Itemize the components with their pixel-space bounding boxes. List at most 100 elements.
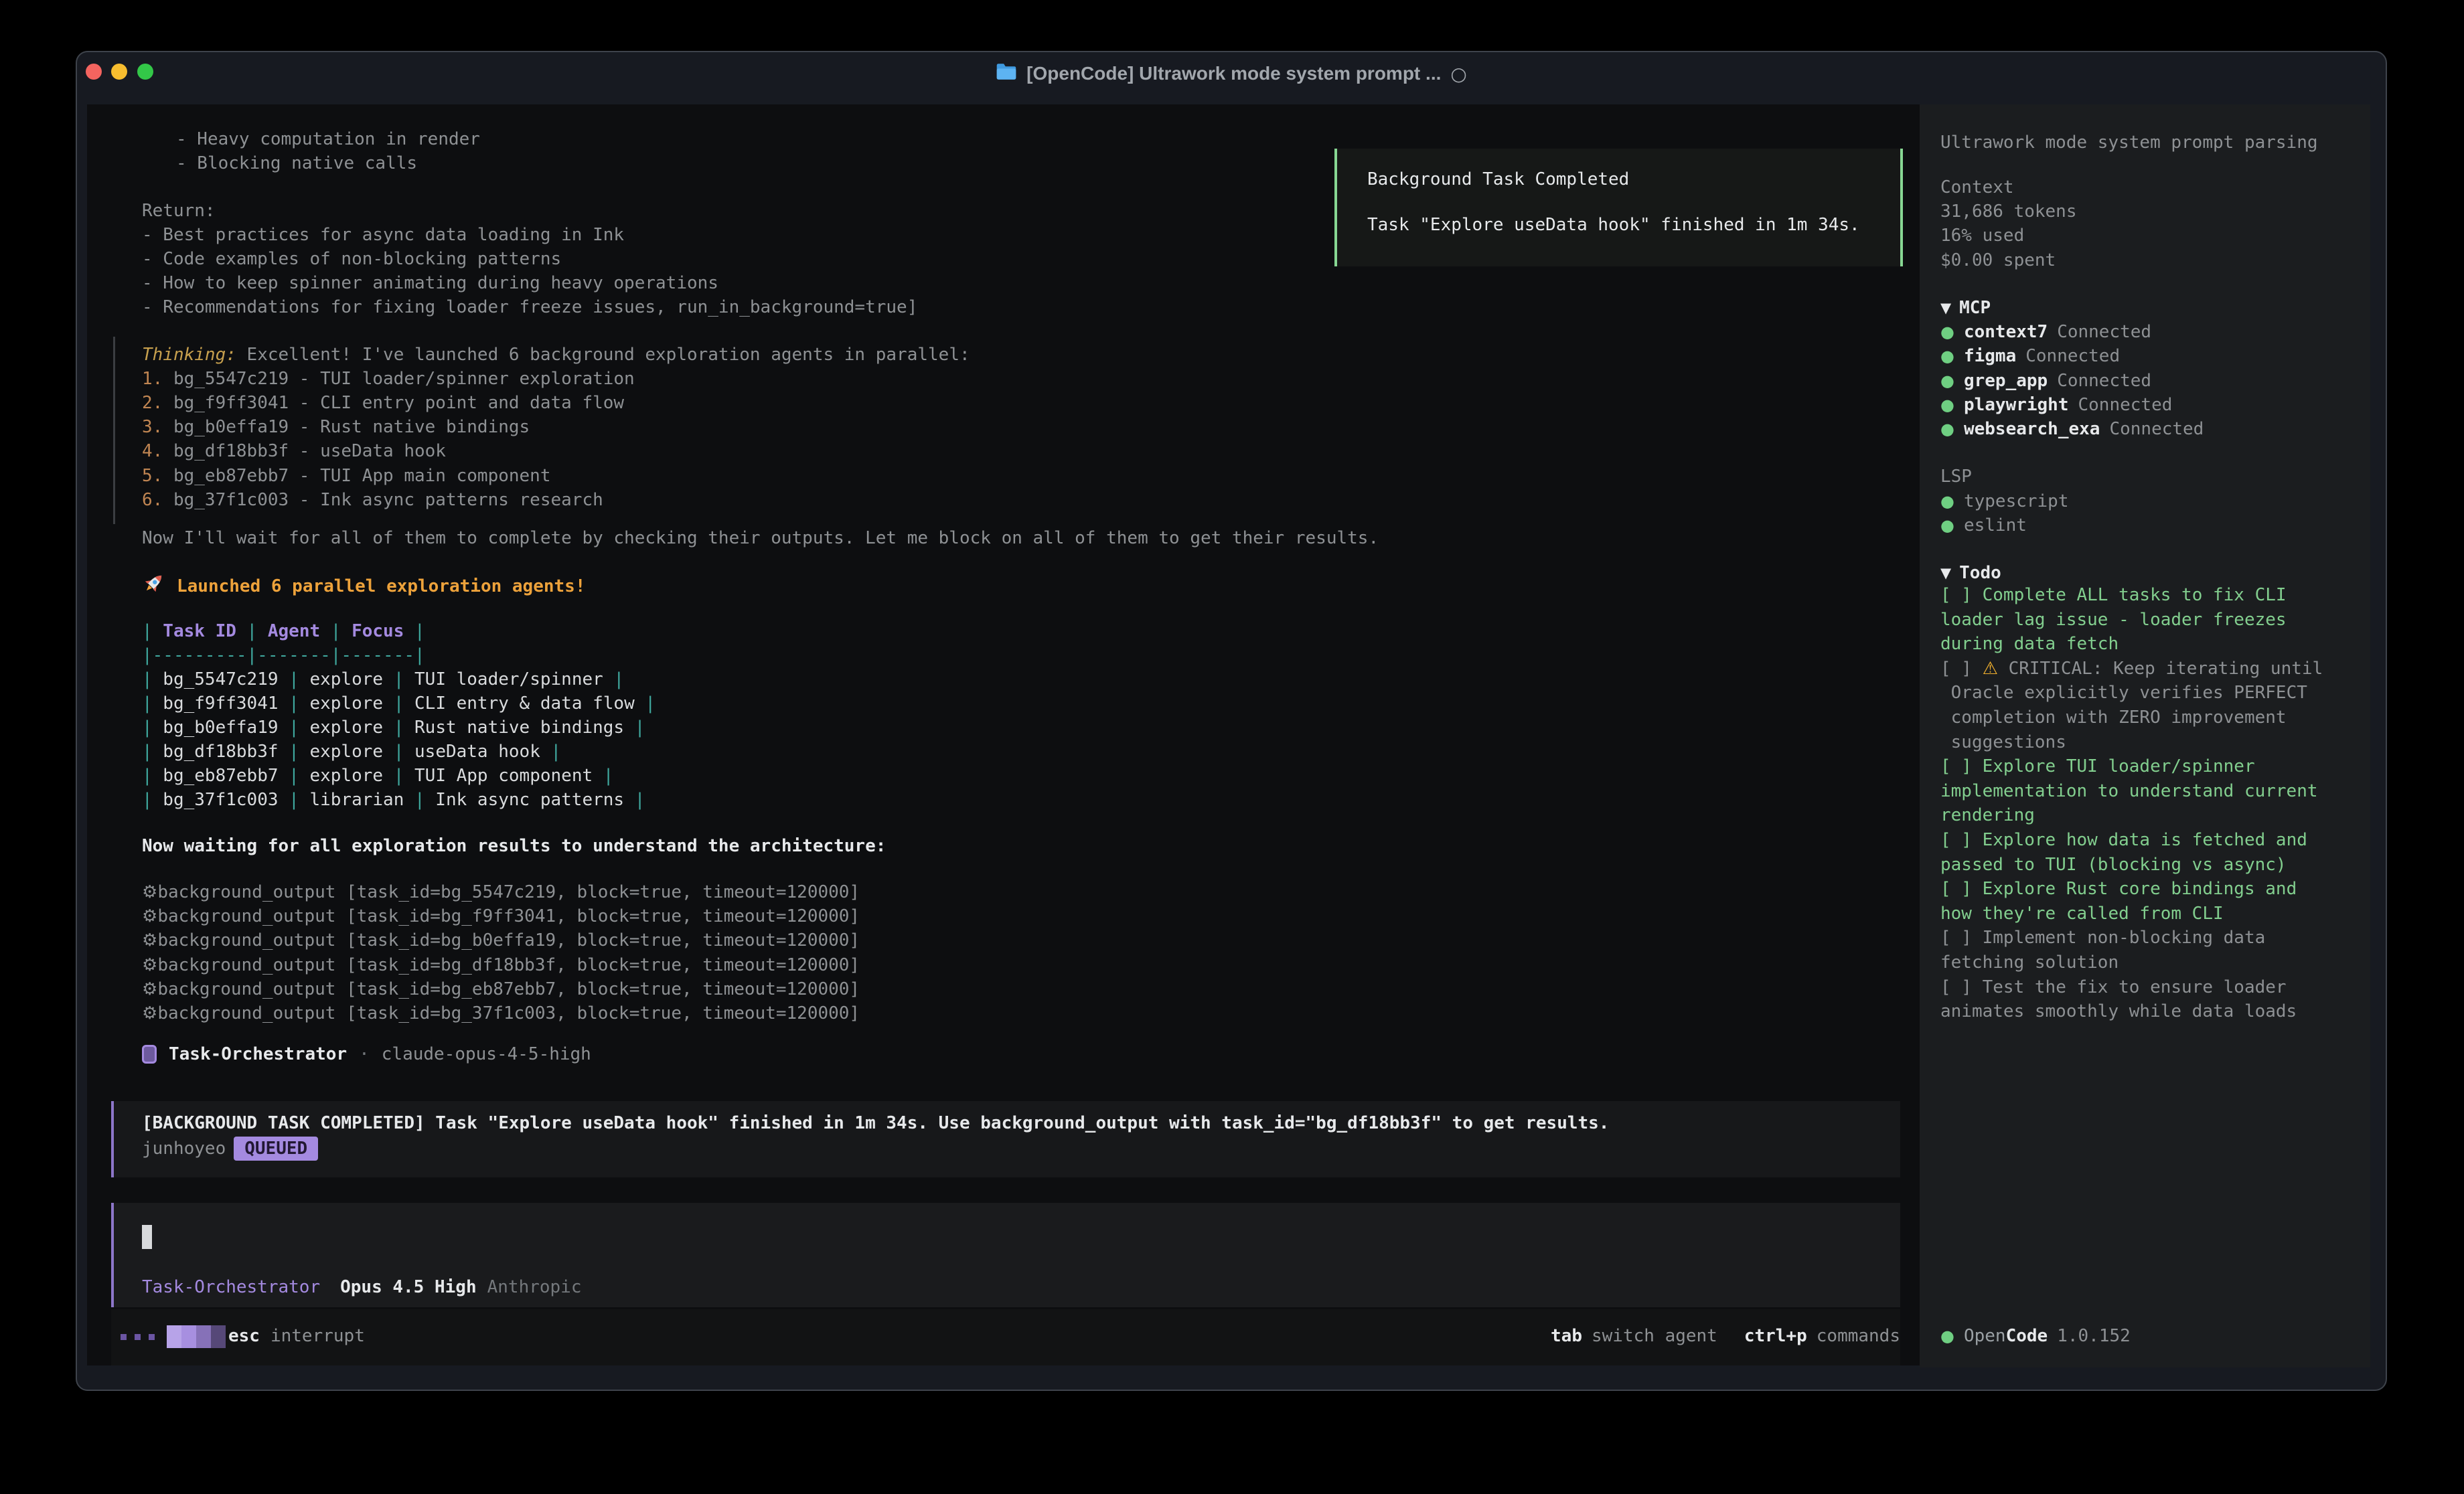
waiting-line: Now waiting for all exploration results …: [142, 834, 886, 858]
toast-notification[interactable]: Background Task Completed Task "Explore …: [1334, 149, 1903, 266]
title-spinner-icon: ○: [1450, 63, 1466, 85]
status-dot: ●: [1940, 344, 1954, 368]
app-version: ● OpenCode 1.0.152: [1940, 1324, 2131, 1348]
launch-banner: Launched 6 parallel exploration agents!: [142, 571, 585, 602]
status-dot: ●: [1940, 393, 1954, 417]
thinking-intro-text: Excellent! I've launched 6 background ex…: [236, 345, 970, 365]
mcp-status: Connected: [2078, 393, 2173, 417]
working-spinner: [121, 1325, 226, 1348]
table-row: | bg_5547c219 | explore | TUI loader/spi…: [142, 667, 624, 691]
todo-checkbox: [ ]: [1940, 928, 1983, 948]
todo-item: [ ] Explore TUI loader/spinner implement…: [1940, 754, 2379, 828]
queued-author: junhoyeo: [142, 1139, 226, 1159]
table-row: | bg_b0effa19 | explore | Rust native bi…: [142, 716, 645, 740]
thinking-intro: Thinking: Excellent! I've launched 6 bac…: [142, 343, 970, 367]
list-text: bg_df18bb3f - useData hook: [163, 441, 446, 461]
launch-banner-text: Launched 6 parallel exploration agents!: [177, 574, 585, 598]
todo-checkbox: [ ]: [1940, 977, 1983, 997]
input-model-label[interactable]: Opus 4.5 High: [340, 1275, 477, 1299]
transcript-line: Return:: [142, 199, 216, 223]
mcp-status: Connected: [2057, 320, 2151, 344]
todo-text: Implement non-blocking data fetching sol…: [1940, 928, 2265, 973]
queued-message-meta: junhoyeoQUEUED: [142, 1137, 318, 1161]
list-text: bg_37f1c003 - Ink async patterns researc…: [163, 490, 603, 510]
tool-call: ⚙background_output [task_id=bg_37f1c003,…: [142, 1001, 860, 1025]
status-dot: ●: [1940, 489, 1954, 513]
todo-text: Explore Rust core bindings and how they'…: [1940, 879, 2297, 924]
tool-call: ⚙background_output [task_id=bg_f9ff3041,…: [142, 904, 860, 928]
keyboard-hints: tab switch agent ctrl+p commands: [1551, 1324, 1900, 1348]
version-number: 1.0.152: [2057, 1324, 2131, 1348]
spinner-dot: [135, 1334, 141, 1340]
mcp-heading: MCP: [1959, 296, 1991, 320]
ctrlp-key: ctrl+p: [1744, 1324, 1807, 1348]
todo-text: Complete ALL tasks to fix CLI loader lag…: [1940, 585, 2287, 654]
list-text: bg_f9ff3041 - CLI entry point and data f…: [163, 393, 624, 413]
agent-status-line: Task-Orchestrator · claude-opus-4-5-high: [142, 1042, 591, 1066]
tool-call: ⚙background_output [task_id=bg_b0effa19,…: [142, 928, 860, 952]
todo-checkbox: [ ]: [1940, 659, 1983, 679]
context-heading: Context: [1940, 175, 2014, 199]
todo-item: [ ] Test the fix to ensure loader animat…: [1940, 975, 2379, 1024]
mcp-status: Connected: [2025, 344, 2120, 368]
separator-dot: ·: [359, 1042, 370, 1066]
list-number: 5.: [142, 466, 163, 486]
tool-call-text: background_output [task_id=bg_f9ff3041, …: [157, 906, 860, 926]
lsp-heading: LSP: [1940, 465, 1972, 489]
rocket-icon: [142, 571, 166, 602]
tool-call: ⚙background_output [task_id=bg_eb87ebb7,…: [142, 977, 860, 1001]
tab-key: tab: [1551, 1324, 1582, 1348]
mcp-name: grep_app: [1964, 369, 2048, 393]
context-spent: $0.00 spent: [1940, 248, 2056, 272]
todo-text: Explore TUI loader/spinner implementatio…: [1940, 756, 2318, 825]
mcp-name: websearch_exa: [1964, 417, 2100, 441]
mcp-status: Connected: [2057, 369, 2151, 393]
context-tokens: 31,686 tokens: [1940, 199, 2077, 224]
lsp-item: ●eslint: [1940, 513, 2027, 537]
todo-checkbox: [ ]: [1940, 830, 1983, 850]
text-cursor: [142, 1225, 152, 1249]
agent-name: Task-Orchestrator: [169, 1042, 347, 1066]
mcp-item: ●context7Connected: [1940, 320, 2151, 344]
spinner-cell: [181, 1325, 196, 1348]
todo-item: [ ] Implement non-blocking data fetching…: [1940, 926, 2379, 975]
table-separator: |---------|-------|-------|: [142, 643, 425, 667]
thinking-block-border: [113, 337, 115, 524]
todo-checkbox: [ ]: [1940, 585, 1983, 605]
tool-call-text: background_output [task_id=bg_37f1c003, …: [157, 1003, 860, 1023]
thinking-label: Thinking:: [142, 345, 236, 365]
todo-section-header[interactable]: ▼ Todo: [1940, 561, 2001, 585]
gear-icon: ⚙: [142, 930, 157, 950]
input-footer: Task-Orchestrator Opus 4.5 High Anthropi…: [142, 1275, 582, 1299]
lsp-item: ●typescript: [1940, 489, 2069, 513]
tool-call-text: background_output [task_id=bg_5547c219, …: [157, 882, 860, 902]
transcript-line: - Best practices for async data loading …: [142, 223, 624, 247]
spinner-dot: [149, 1334, 155, 1340]
list-number: 3.: [142, 417, 163, 437]
collapse-icon: ▼: [1940, 296, 1951, 320]
status-dot: ●: [1940, 369, 1954, 393]
mcp-item: ●playwrightConnected: [1940, 393, 2172, 417]
agent-model: claude-opus-4-5-high: [382, 1042, 591, 1066]
lsp-name: eslint: [1964, 513, 2027, 537]
todo-item: [ ] ⚠ CRITICAL: Keep iterating until Ora…: [1940, 657, 2379, 754]
list-text: bg_b0effa19 - Rust native bindings: [163, 417, 530, 437]
mcp-item: ● grep_app Connected: [1940, 369, 2151, 393]
todo-checkbox: [ ]: [1940, 756, 1983, 776]
gear-icon: ⚙: [142, 882, 157, 902]
spinner-cell: [211, 1325, 226, 1348]
thinking-outro: Now I'll wait for all of them to complet…: [142, 526, 1379, 550]
gear-icon: ⚙: [142, 906, 157, 926]
tool-call: ⚙background_output [task_id=bg_5547c219,…: [142, 880, 860, 904]
transcript-line: - How to keep spinner animating during h…: [142, 271, 718, 295]
table-row: | bg_f9ff3041 | explore | CLI entry & da…: [142, 691, 656, 716]
tool-call-text: background_output [task_id=bg_eb87ebb7, …: [157, 979, 860, 999]
brand-code: Code: [2006, 1326, 2048, 1346]
thinking-list-item: 5. bg_eb87ebb7 - TUI App main component: [142, 464, 551, 488]
todo-heading: Todo: [1959, 561, 2001, 585]
status-bar: esc interrupt tab switch agent ctrl+p co…: [111, 1309, 1900, 1365]
warning-icon: ⚠: [1983, 659, 1998, 679]
input-agent-label[interactable]: Task-Orchestrator: [142, 1275, 320, 1299]
mcp-section-header[interactable]: ▼ MCP: [1940, 296, 1991, 320]
todo-item: [ ] Explore how data is fetched and pass…: [1940, 828, 2379, 877]
